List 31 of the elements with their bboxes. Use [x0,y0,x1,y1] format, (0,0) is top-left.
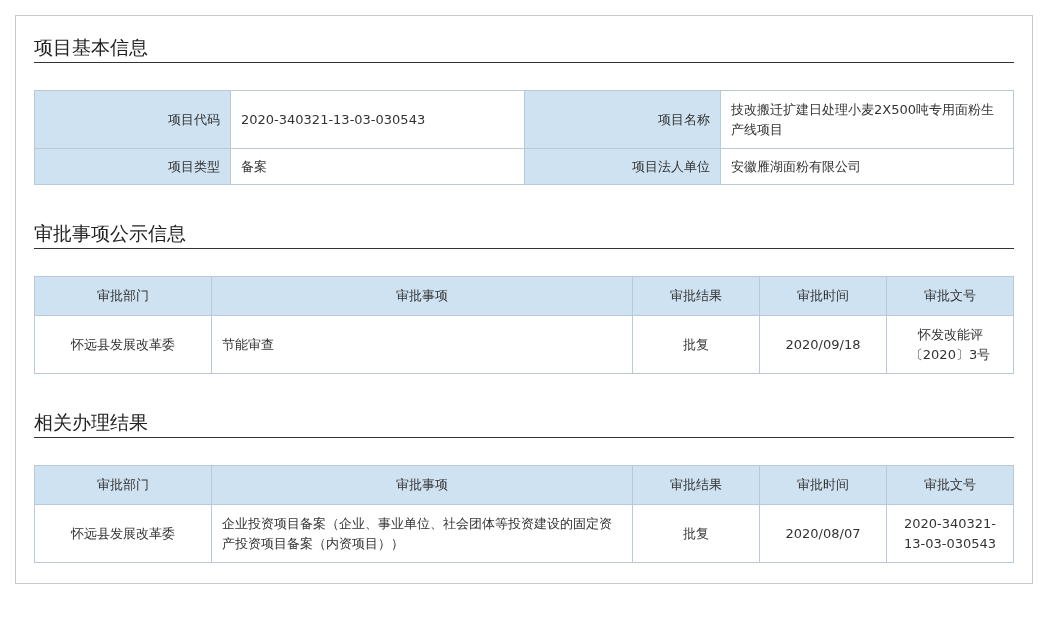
column-header: 审批结果 [632,276,760,316]
field-label: 项目代码 [34,90,231,149]
table-cell: 节能审查 [211,315,633,374]
column-header: 审批时间 [759,276,887,316]
column-header: 审批部门 [34,465,212,505]
column-header: 审批事项 [211,276,633,316]
column-header: 审批文号 [886,465,1014,505]
table-cell: 企业投资项目备案（企业、事业单位、社会团体等投资建设的固定资产投资项目备案（内资项目）） [211,504,633,563]
column-header: 审批结果 [632,465,760,505]
table-cell: 怀发改能评〔2020〕3号 [886,315,1014,374]
column-header: 审批部门 [34,276,212,316]
table-cell: 2020-340321-13-03-030543 [886,504,1014,563]
column-header: 审批文号 [886,276,1014,316]
column-header: 审批时间 [759,465,887,505]
field-value: 备案 [230,148,525,185]
section-title: 项目基本信息 [34,33,1014,63]
section-title: 相关办理结果 [34,408,1014,438]
table-cell: 2020/09/18 [759,315,887,374]
field-value: 安徽雁湖面粉有限公司 [720,148,1014,185]
column-header: 审批事项 [211,465,633,505]
table-cell: 怀远县发展改革委 [34,315,212,374]
field-label: 项目法人单位 [524,148,721,185]
table-cell: 2020/08/07 [759,504,887,563]
field-label: 项目类型 [34,148,231,185]
table-cell: 批复 [632,315,760,374]
table-cell: 怀远县发展改革委 [34,504,212,563]
table-cell: 批复 [632,504,760,563]
field-label: 项目名称 [524,90,721,149]
section-title: 审批事项公示信息 [34,219,1014,249]
field-value: 技改搬迁扩建日处理小麦2X500吨专用面粉生产线项目 [720,90,1014,149]
field-value: 2020-340321-13-03-030543 [230,90,525,149]
